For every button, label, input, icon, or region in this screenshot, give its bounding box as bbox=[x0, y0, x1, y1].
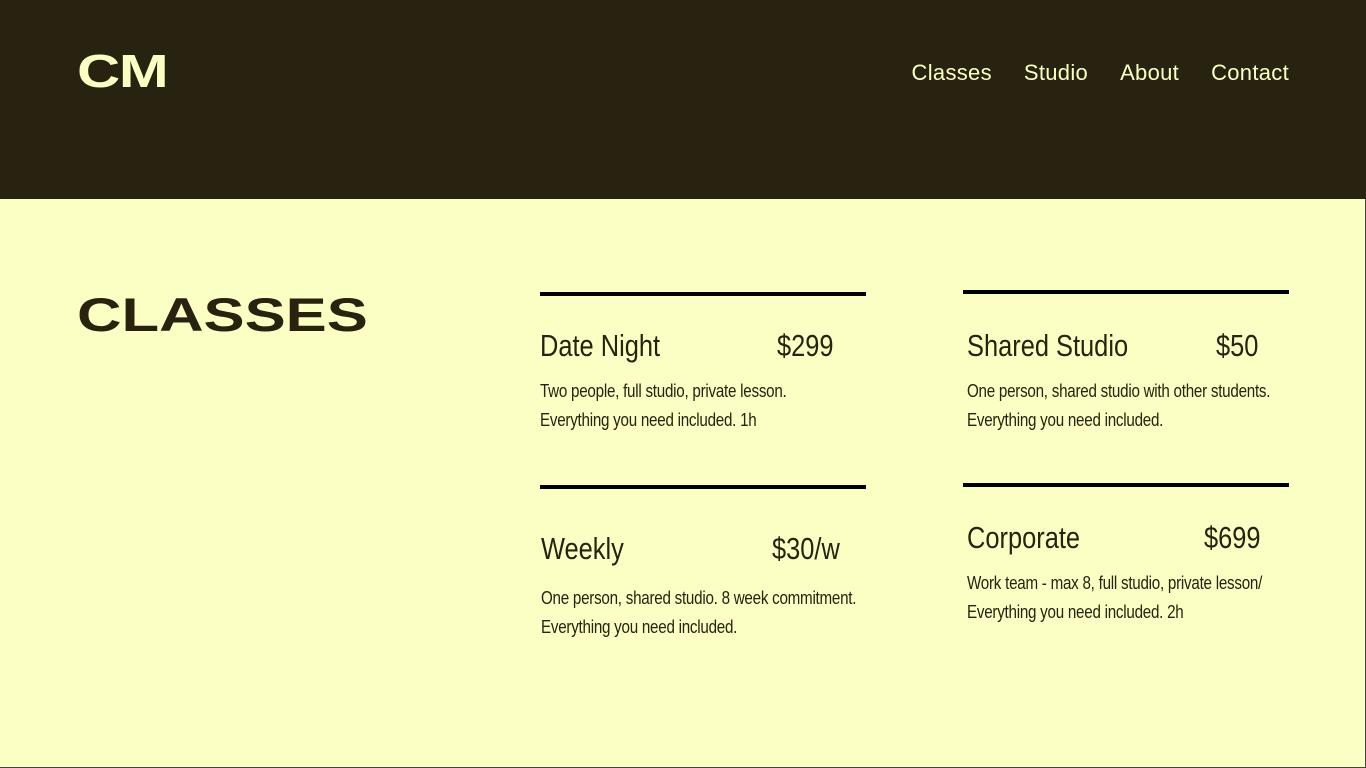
page-title: CLASSES bbox=[77, 288, 368, 341]
class-price: $699 bbox=[1204, 520, 1261, 555]
class-card-shared-studio: Shared Studio $50 One person, shared stu… bbox=[963, 290, 1289, 434]
main-nav: Classes Studio About Contact bbox=[912, 58, 1289, 88]
card-divider bbox=[540, 485, 866, 489]
class-price: $50 bbox=[1216, 328, 1259, 363]
class-card-date-night: Date Night $299 Two people, full studio,… bbox=[540, 292, 866, 434]
card-header: Date Night $299 bbox=[540, 326, 866, 366]
card-divider bbox=[540, 292, 866, 296]
card-divider bbox=[963, 483, 1289, 487]
class-card-corporate: Corporate $699 Work team - max 8, full s… bbox=[963, 483, 1289, 626]
description-line: Everything you need included. 1h bbox=[540, 409, 757, 430]
class-description: Two people, full studio, private lesson.… bbox=[540, 376, 866, 434]
class-name: Shared Studio bbox=[967, 328, 1129, 363]
card-header: Shared Studio $50 bbox=[963, 326, 1289, 366]
nav-item-studio[interactable]: Studio bbox=[1024, 58, 1088, 88]
card-header: Weekly $30/w bbox=[540, 529, 866, 569]
description-line: One person, shared studio. 8 week commit… bbox=[541, 587, 857, 608]
card-header: Corporate $699 bbox=[963, 518, 1289, 558]
class-name: Weekly bbox=[541, 531, 624, 566]
nav-item-contact[interactable]: Contact bbox=[1211, 58, 1289, 88]
class-price: $30/w bbox=[772, 531, 840, 566]
class-name: Date Night bbox=[540, 328, 661, 363]
class-name: Corporate bbox=[967, 520, 1081, 555]
description-line: Everything you need included. bbox=[541, 616, 738, 637]
class-price: $299 bbox=[777, 328, 834, 363]
site-header: CM Classes Studio About Contact bbox=[0, 0, 1366, 199]
description-line: Everything you need included. 2h bbox=[967, 601, 1184, 622]
nav-item-classes[interactable]: Classes bbox=[912, 58, 992, 88]
nav-item-about[interactable]: About bbox=[1120, 58, 1179, 88]
class-description: One person, shared studio with other stu… bbox=[963, 376, 1289, 434]
site-logo[interactable]: CM bbox=[77, 46, 169, 96]
description-line: Work team - max 8, full studio, private … bbox=[967, 572, 1263, 593]
class-description: Work team - max 8, full studio, private … bbox=[963, 568, 1289, 626]
description-line: One person, shared studio with other stu… bbox=[967, 380, 1271, 401]
card-divider bbox=[963, 290, 1289, 294]
description-line: Everything you need included. bbox=[967, 409, 1164, 430]
description-line: Two people, full studio, private lesson. bbox=[540, 380, 787, 401]
class-description: One person, shared studio. 8 week commit… bbox=[540, 583, 866, 641]
class-card-weekly: Weekly $30/w One person, shared studio. … bbox=[540, 485, 866, 641]
